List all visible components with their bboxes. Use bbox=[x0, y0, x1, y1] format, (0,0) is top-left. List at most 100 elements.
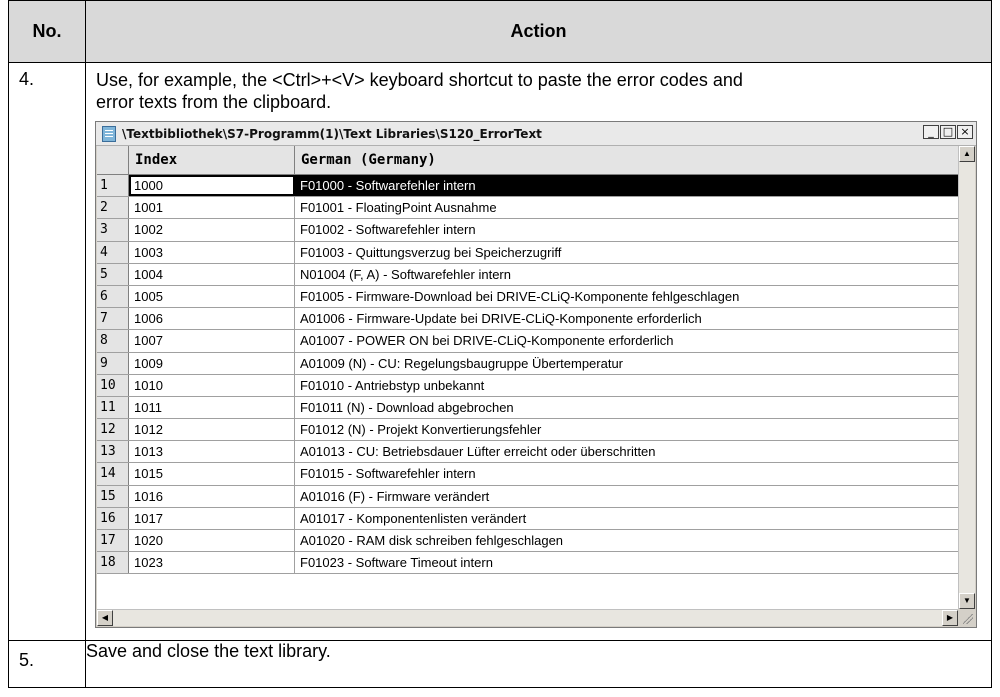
table-row[interactable]: 6 1005 F01005 - Firmware-Download bei DRIV… bbox=[97, 285, 958, 309]
index-cell[interactable]: 1015 bbox=[129, 463, 295, 485]
german-text-cell[interactable]: A01020 - RAM disk schreiben fehlgeschlag… bbox=[295, 530, 958, 551]
close-button[interactable]: × bbox=[957, 125, 973, 139]
scroll-right-icon[interactable]: ▶ bbox=[942, 610, 958, 626]
table-row[interactable]: 17 1020 A01020 - RAM disk schreiben fehlge… bbox=[97, 530, 958, 553]
index-cell[interactable]: 1006 bbox=[129, 308, 295, 330]
german-text-cell[interactable]: A01016 (F) - Firmware verändert bbox=[295, 486, 958, 507]
row-number[interactable]: 9 bbox=[97, 352, 129, 374]
index-cell[interactable]: 1016 bbox=[129, 485, 295, 507]
scroll-left-icon[interactable]: ◀ bbox=[97, 610, 113, 626]
german-text-cell[interactable]: F01003 - Quittungsverzug bei Speicherzug… bbox=[295, 242, 958, 263]
instruction-table: No. Action 4. Use, for example, the <Ctr… bbox=[8, 0, 992, 688]
row-number[interactable]: 8 bbox=[97, 330, 129, 352]
grid-header-row: Index German (Germany) bbox=[97, 146, 958, 175]
window-titlebar[interactable]: \Textbibliothek\S7-Programm(1)\Text Libr… bbox=[96, 122, 976, 146]
table-row[interactable]: 12 1012 F01012 (N) - Projekt Konvertierung… bbox=[97, 419, 958, 442]
grid-rows: 1 1000 F01000 - Softwarefehler intern 2 1001… bbox=[97, 175, 958, 575]
german-text-cell[interactable]: F01012 (N) - Projekt Konvertierungsfehle… bbox=[295, 419, 958, 440]
index-cell[interactable]: 1023 bbox=[129, 552, 295, 574]
table-row[interactable]: 9 1009 A01009 (N) - CU: Regelungsbaugruppe… bbox=[97, 352, 958, 375]
german-text-cell[interactable]: F01005 - Firmware-Download bei DRIVE-CLi… bbox=[295, 286, 958, 307]
german-text-cell[interactable]: F01015 - Softwarefehler intern bbox=[295, 463, 958, 484]
row-number[interactable]: 18 bbox=[97, 552, 129, 574]
document-page: No. Action 4. Use, for example, the <Ctr… bbox=[8, 0, 992, 697]
index-cell[interactable]: 1002 bbox=[129, 219, 295, 241]
window-title: \Textbibliothek\S7-Programm(1)\Text Libr… bbox=[122, 126, 542, 141]
table-row[interactable]: 7 1006 A01006 - Firmware-Update bei DRIVE-… bbox=[97, 308, 958, 331]
table-row[interactable]: 1 1000 F01000 - Softwarefehler intern bbox=[97, 175, 958, 198]
row-number[interactable]: 2 bbox=[97, 197, 129, 219]
index-cell[interactable]: 1020 bbox=[129, 530, 295, 552]
table-row[interactable]: 2 1001 F01001 - FloatingPoint Ausnahme bbox=[97, 197, 958, 220]
index-cell[interactable]: 1011 bbox=[129, 396, 295, 419]
step-4-text-line-1: Use, for example, the <Ctrl>+<V> keyboar… bbox=[96, 70, 743, 90]
row-number-header[interactable] bbox=[97, 146, 129, 174]
index-column-header[interactable]: Index bbox=[129, 146, 295, 174]
row-number[interactable]: 1 bbox=[97, 175, 129, 197]
index-cell[interactable]: 1007 bbox=[129, 330, 295, 352]
german-text-cell[interactable]: A01006 - Firmware-Update bei DRIVE-CLiQ-… bbox=[295, 308, 958, 329]
index-cell[interactable]: 1010 bbox=[129, 374, 295, 396]
german-text-cell[interactable]: F01001 - FloatingPoint Ausnahme bbox=[295, 197, 958, 218]
header-no: No. bbox=[8, 0, 86, 63]
row-number[interactable]: 14 bbox=[97, 463, 129, 485]
german-text-cell[interactable]: F01002 - Softwarefehler intern bbox=[295, 219, 958, 240]
text-grid: Index German (Germany) 1 1000 F01000 - Sof… bbox=[97, 146, 975, 626]
table-row[interactable]: 8 1007 A01007 - POWER ON bei DRIVE-CLiQ-Ko… bbox=[97, 330, 958, 353]
table-row[interactable]: 10 1010 F01010 - Antriebstyp unbekannt bbox=[97, 374, 958, 397]
row-number[interactable]: 15 bbox=[97, 485, 129, 507]
table-row[interactable]: 3 1002 F01002 - Softwarefehler intern bbox=[97, 219, 958, 242]
grid-viewport: Index German (Germany) 1 1000 F01000 - Sof… bbox=[97, 146, 958, 609]
table-row[interactable]: 18 1023 F01023 - Software Timeout intern bbox=[97, 552, 958, 575]
header-action: Action bbox=[85, 0, 992, 63]
index-cell[interactable]: 1004 bbox=[129, 263, 295, 285]
index-cell[interactable]: 1000 bbox=[129, 175, 295, 197]
row-number[interactable]: 6 bbox=[97, 285, 129, 308]
row-number[interactable]: 17 bbox=[97, 530, 129, 552]
scroll-up-icon[interactable]: ▲ bbox=[959, 146, 975, 162]
row-number[interactable]: 5 bbox=[97, 263, 129, 285]
german-text-cell[interactable]: A01009 (N) - CU: Regelungsbaugruppe Über… bbox=[295, 353, 958, 374]
vertical-scrollbar[interactable]: ▲ ▼ bbox=[958, 146, 975, 609]
table-row[interactable]: 11 1011 F01011 (N) - Download abgebrochen bbox=[97, 396, 958, 420]
minimize-button[interactable]: _ bbox=[923, 125, 939, 139]
index-cell[interactable]: 1005 bbox=[129, 285, 295, 308]
german-text-cell[interactable]: N01004 (F, A) - Softwarefehler intern bbox=[295, 264, 958, 285]
index-cell[interactable]: 1009 bbox=[129, 352, 295, 374]
row-number[interactable]: 10 bbox=[97, 374, 129, 396]
index-cell[interactable]: 1012 bbox=[129, 419, 295, 441]
index-cell[interactable]: 1001 bbox=[129, 197, 295, 219]
maximize-button[interactable]: □ bbox=[940, 125, 956, 139]
row-number[interactable]: 7 bbox=[97, 308, 129, 330]
german-text-cell[interactable]: F01011 (N) - Download abgebrochen bbox=[295, 397, 958, 418]
german-text-cell[interactable]: A01013 - CU: Betriebsdauer Lüfter erreic… bbox=[295, 441, 958, 462]
table-row[interactable]: 16 1017 A01017 - Komponentenlisten verände… bbox=[97, 507, 958, 530]
table-row[interactable]: 5 1004 N01004 (F, A) - Softwarefehler inte… bbox=[97, 263, 958, 286]
table-row[interactable]: 13 1013 A01013 - CU: Betriebsdauer Lüfter … bbox=[97, 441, 958, 464]
index-cell[interactable]: 1003 bbox=[129, 241, 295, 263]
horizontal-scrollbar[interactable]: ◀ ▶ bbox=[97, 609, 958, 626]
german-text-cell[interactable]: F01023 - Software Timeout intern bbox=[295, 552, 958, 573]
german-text-cell[interactable]: A01007 - POWER ON bei DRIVE-CLiQ-Kompone… bbox=[295, 330, 958, 351]
row-number[interactable]: 16 bbox=[97, 507, 129, 529]
german-text-cell[interactable]: F01010 - Antriebstyp unbekannt bbox=[295, 375, 958, 396]
row-number[interactable]: 12 bbox=[97, 419, 129, 441]
step-5-action: Save and close the text library. bbox=[85, 640, 992, 688]
scroll-down-icon[interactable]: ▼ bbox=[959, 593, 975, 609]
table-row[interactable]: 4 1003 F01003 - Quittungsverzug bei Speich… bbox=[97, 241, 958, 264]
row-number[interactable]: 11 bbox=[97, 396, 129, 419]
table-row[interactable]: 15 1016 A01016 (F) - Firmware verändert bbox=[97, 485, 958, 508]
index-cell[interactable]: 1013 bbox=[129, 441, 295, 463]
german-text-cell[interactable]: F01000 - Softwarefehler intern bbox=[295, 175, 958, 197]
row-number[interactable]: 4 bbox=[97, 241, 129, 263]
resize-grip-icon[interactable] bbox=[958, 609, 975, 626]
german-text-cell[interactable]: A01017 - Komponentenlisten verändert bbox=[295, 508, 958, 529]
row-number[interactable]: 13 bbox=[97, 441, 129, 463]
window-controls: _ □ × bbox=[923, 125, 973, 139]
text-library-window: \Textbibliothek\S7-Programm(1)\Text Libr… bbox=[95, 121, 977, 628]
table-row[interactable]: 14 1015 F01015 - Softwarefehler intern bbox=[97, 463, 958, 486]
index-cell[interactable]: 1017 bbox=[129, 507, 295, 529]
row-number[interactable]: 3 bbox=[97, 219, 129, 241]
text-library-icon bbox=[102, 125, 116, 142]
german-column-header[interactable]: German (Germany) bbox=[295, 146, 958, 174]
